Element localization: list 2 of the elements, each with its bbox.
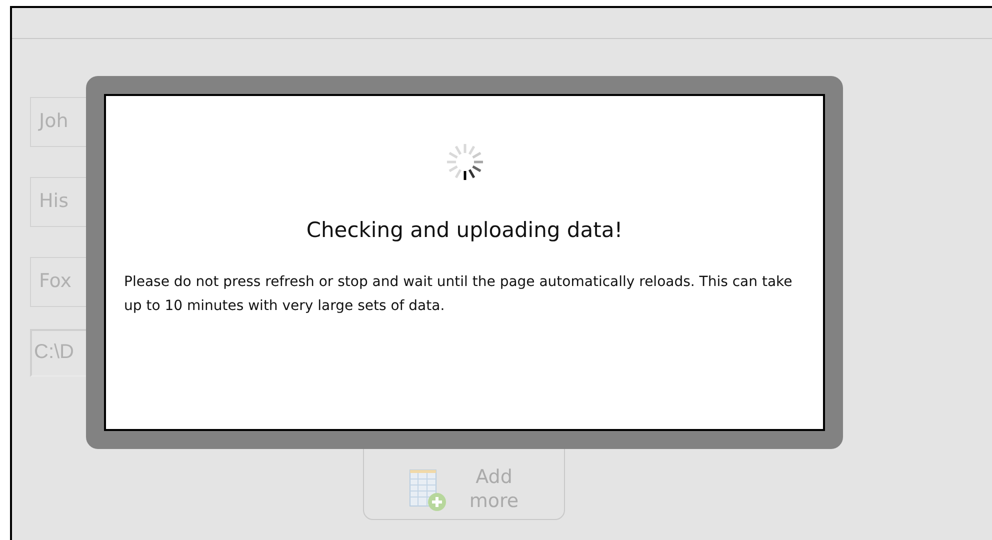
modal-title: Checking and uploading data!	[306, 218, 623, 242]
loading-spinner-icon	[444, 142, 484, 182]
